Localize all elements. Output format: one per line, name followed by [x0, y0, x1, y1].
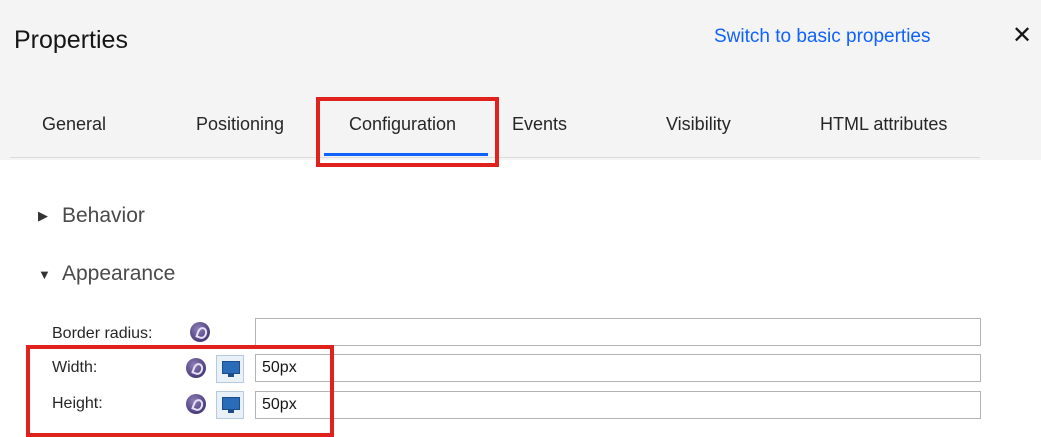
panel-title: Properties	[14, 26, 128, 54]
section-behavior-label: Behavior	[62, 204, 145, 227]
screen-size-icon[interactable]	[216, 355, 244, 383]
width-label: Width:	[52, 359, 98, 376]
triangle-right-icon: ▶	[38, 208, 48, 224]
switch-to-basic-link[interactable]: Switch to basic properties	[714, 26, 931, 48]
triangle-down-icon: ▼	[38, 266, 51, 282]
close-icon[interactable]: ✕	[1012, 24, 1032, 48]
screen-size-icon[interactable]	[216, 391, 244, 419]
section-behavior[interactable]: ▶ Behavior	[38, 204, 145, 228]
tab-html-attributes[interactable]: HTML attributes	[820, 114, 947, 135]
tab-events[interactable]: Events	[512, 114, 567, 135]
tab-configuration[interactable]: Configuration	[349, 114, 456, 135]
width-input[interactable]	[255, 354, 981, 382]
border-radius-label: Border radius:	[52, 325, 153, 342]
variable-binding-icon[interactable]	[190, 322, 210, 342]
height-input[interactable]	[255, 391, 981, 419]
height-label: Height:	[52, 395, 103, 412]
variable-binding-icon[interactable]	[186, 358, 206, 378]
tab-general[interactable]: General	[42, 114, 106, 135]
tab-positioning[interactable]: Positioning	[196, 114, 284, 135]
section-appearance-label: Appearance	[62, 262, 176, 285]
variable-binding-icon[interactable]	[186, 394, 206, 414]
active-tab-indicator	[324, 153, 488, 156]
tab-visibility[interactable]: Visibility	[666, 114, 731, 135]
tab-divider	[10, 157, 980, 158]
border-radius-input[interactable]	[255, 318, 981, 346]
section-appearance[interactable]: ▼ Appearance	[38, 262, 175, 286]
